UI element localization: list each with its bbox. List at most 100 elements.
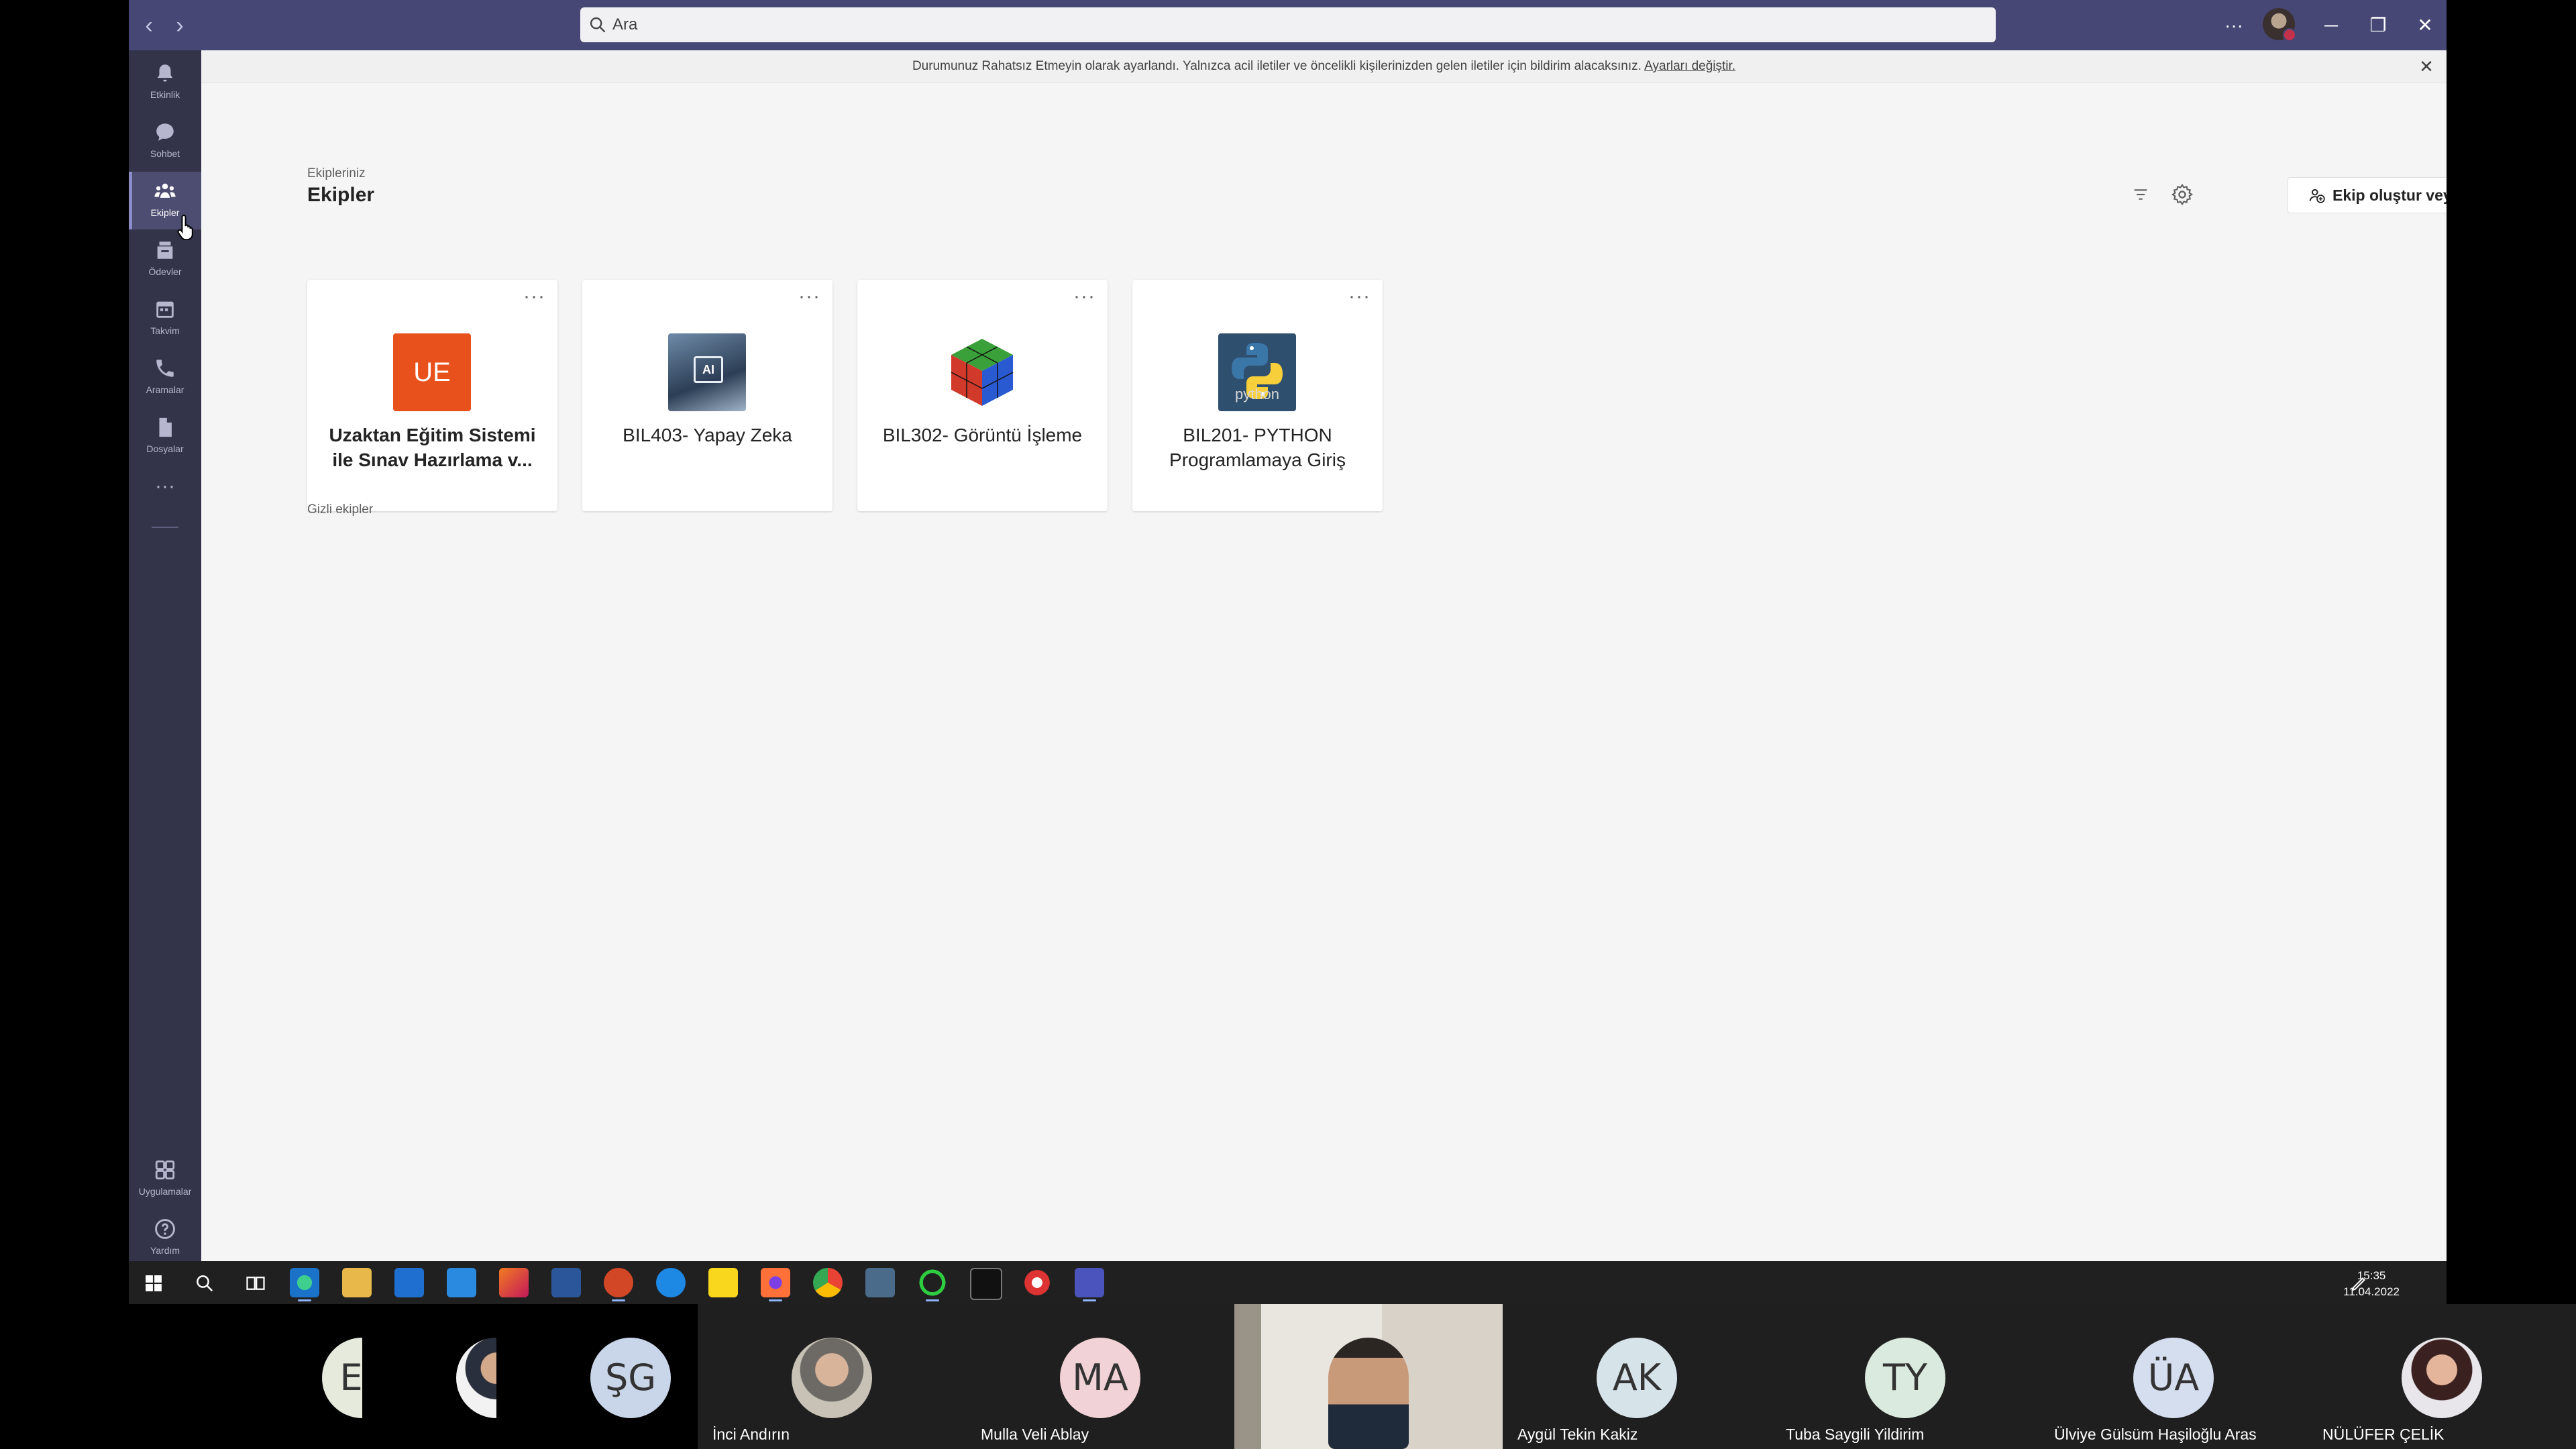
matlab-icon[interactable]: [499, 1268, 529, 1297]
participant-tile[interactable]: NÜLÜFER ÇELİK: [2308, 1304, 2576, 1449]
forward-arrow-icon[interactable]: ›: [166, 12, 193, 39]
ai-team-image: AI: [668, 333, 746, 411]
restore-button[interactable]: ❐: [2359, 7, 2397, 44]
add-people-icon: [2308, 186, 2326, 204]
rail-item-help[interactable]: Yardım: [129, 1210, 201, 1261]
app-icon[interactable]: [656, 1268, 686, 1297]
more-options-button[interactable]: ···: [2215, 7, 2253, 44]
taskbar-search-icon[interactable]: [195, 1273, 215, 1293]
settings-app-icon[interactable]: [1022, 1268, 1052, 1297]
teams-taskbar-icon[interactable]: [1075, 1268, 1104, 1301]
profile-avatar[interactable]: [2263, 8, 2296, 42]
filter-icon[interactable]: [2130, 184, 2151, 205]
rail-item-calendar[interactable]: Takvim: [129, 290, 201, 347]
team-card[interactable]: ··· BIL302- Görüntü İşleme: [857, 280, 1108, 511]
participant-tile[interactable]: MA Mulla Veli Ablay: [966, 1304, 1234, 1449]
team-avatar: UE: [393, 333, 471, 411]
file-icon: [159, 417, 172, 437]
participant-video[interactable]: [1234, 1304, 1503, 1449]
team-more-options-icon[interactable]: ···: [523, 285, 545, 308]
rail-item-calls[interactable]: Aramalar: [129, 349, 201, 407]
participant-avatar: ŞG: [590, 1338, 671, 1418]
gear-icon[interactable]: [2170, 182, 2194, 207]
ai-chip-label: AI: [694, 356, 723, 383]
close-notice-icon[interactable]: ✕: [2416, 56, 2437, 77]
mail-icon[interactable]: [447, 1268, 476, 1297]
participant-tile[interactable]: İnci Andırın: [698, 1304, 966, 1449]
participant-name: Mulla Veli Ablay: [981, 1426, 1089, 1443]
chrome-icon[interactable]: [813, 1268, 843, 1297]
rail-item-files[interactable]: Dosyalar: [129, 408, 201, 466]
word-icon[interactable]: [551, 1268, 581, 1297]
team-name: Uzaktan Eğitim Sistemi ile Sınav Hazırla…: [329, 425, 536, 470]
hidden-teams-heading[interactable]: Gizli ekipler: [307, 502, 373, 517]
back-arrow-icon[interactable]: ‹: [136, 12, 162, 39]
rail-more-apps-icon[interactable]: ···: [129, 476, 201, 506]
participant-name: Aygül Tekin Kakiz: [1517, 1426, 1638, 1443]
team-more-options-icon[interactable]: ···: [798, 285, 820, 308]
terminal-icon[interactable]: [970, 1268, 1002, 1300]
close-window-button[interactable]: ✕: [2406, 7, 2444, 44]
rail-label: Dosyalar: [146, 443, 184, 454]
speaker-video-figure: [1328, 1338, 1409, 1449]
python-logo: python: [1218, 333, 1296, 411]
rail-label: Aramalar: [146, 384, 184, 395]
your-teams-heading: Ekipleriniz: [307, 166, 366, 180]
clock-time: 15:35: [2357, 1269, 2386, 1282]
help-icon: [155, 1219, 175, 1239]
rail-label: Takvim: [150, 325, 180, 336]
sticky-notes-icon[interactable]: [708, 1268, 738, 1297]
rail-divider: [152, 527, 178, 528]
rail-item-chat[interactable]: Sohbet: [129, 113, 201, 170]
file-explorer-icon[interactable]: [342, 1268, 372, 1297]
participant-avatar: AK: [1597, 1338, 1677, 1418]
page-title: Ekipler: [307, 184, 375, 206]
main-content: Ekipler Ekip oluştur veya bir ekibe katı…: [201, 83, 2447, 1261]
minimize-button[interactable]: ─: [2312, 7, 2350, 44]
participant-avatar: ÜA: [2133, 1338, 2214, 1418]
search-input[interactable]: Ara: [580, 7, 1996, 42]
firefox-icon[interactable]: [761, 1268, 790, 1301]
windows-taskbar: 15:35 11.04.2022: [129, 1261, 2447, 1304]
team-card[interactable]: ··· python BIL201- PYTHON Programlamaya …: [1132, 280, 1383, 511]
search-placeholder: Ara: [612, 15, 638, 34]
rail-item-apps[interactable]: Uygulamalar: [129, 1150, 201, 1208]
system-clock[interactable]: 15:35 11.04.2022: [2343, 1268, 2400, 1300]
teams-icon: [154, 183, 176, 198]
search-icon: [590, 17, 606, 33]
participant-name: NÜLÜFER ÇELİK: [2322, 1426, 2445, 1443]
task-view-icon[interactable]: [246, 1273, 266, 1293]
windows-start-icon[interactable]: [145, 1275, 162, 1292]
team-card[interactable]: ··· UE Uzaktan Eğitim Sistemi ile Sınav …: [307, 280, 557, 511]
team-name: BIL201- PYTHON Programlamaya Giriş: [1169, 425, 1346, 470]
calendar-icon: [156, 301, 174, 318]
participants-strip: ET ŞG İnci Andırın MA Mulla Veli Ablay A…: [0, 1304, 2576, 1449]
circle-app-icon[interactable]: [918, 1268, 947, 1301]
teams-window: ‹ › Ara ··· ─ ❐ ✕ Etkinlik Sohbet Ekiple…: [129, 0, 2447, 1261]
rail-item-activity[interactable]: Etkinlik: [129, 54, 201, 111]
hand-cursor-icon: [177, 214, 193, 240]
rail-label: Ödevler: [148, 266, 182, 277]
participant-name: Ülviye Gülsüm Haşiloğlu Aras: [2054, 1426, 2257, 1443]
edge-browser-icon[interactable]: [290, 1268, 319, 1301]
create-team-label: Ekip oluştur veya bir ekibe katıl: [2332, 186, 2447, 204]
change-settings-link[interactable]: Ayarları değiştir.: [1644, 59, 1735, 73]
participant-tile[interactable]: AK Aygül Tekin Kakiz: [1503, 1304, 1771, 1449]
team-card[interactable]: ··· AI BIL403- Yapay Zeka: [582, 280, 833, 511]
team-more-options-icon[interactable]: ···: [1073, 285, 1095, 308]
team-more-options-icon[interactable]: ···: [1348, 285, 1371, 308]
team-name: BIL302- Görüntü İşleme: [882, 425, 1083, 445]
participant-name: İnci Andırın: [712, 1426, 790, 1443]
team-name: BIL403- Yapay Zeka: [623, 425, 792, 445]
participant-name: Tuba Saygili Yildirim: [1786, 1426, 1925, 1443]
dnd-status-icon: [2283, 28, 2296, 42]
phone-icon: [156, 360, 174, 377]
store-icon[interactable]: [394, 1268, 424, 1297]
snap-icon[interactable]: [865, 1268, 895, 1297]
create-or-join-team-button[interactable]: Ekip oluştur veya bir ekibe katıl: [2288, 177, 2447, 213]
participant-photo: [792, 1338, 872, 1418]
participant-tile[interactable]: TY Tuba Saygili Yildirim: [1771, 1304, 2039, 1449]
powerpoint-icon[interactable]: [604, 1268, 633, 1301]
participant-avatar: TY: [1865, 1338, 1945, 1418]
participant-tile[interactable]: ÜA Ülviye Gülsüm Haşiloğlu Aras: [2039, 1304, 2308, 1449]
